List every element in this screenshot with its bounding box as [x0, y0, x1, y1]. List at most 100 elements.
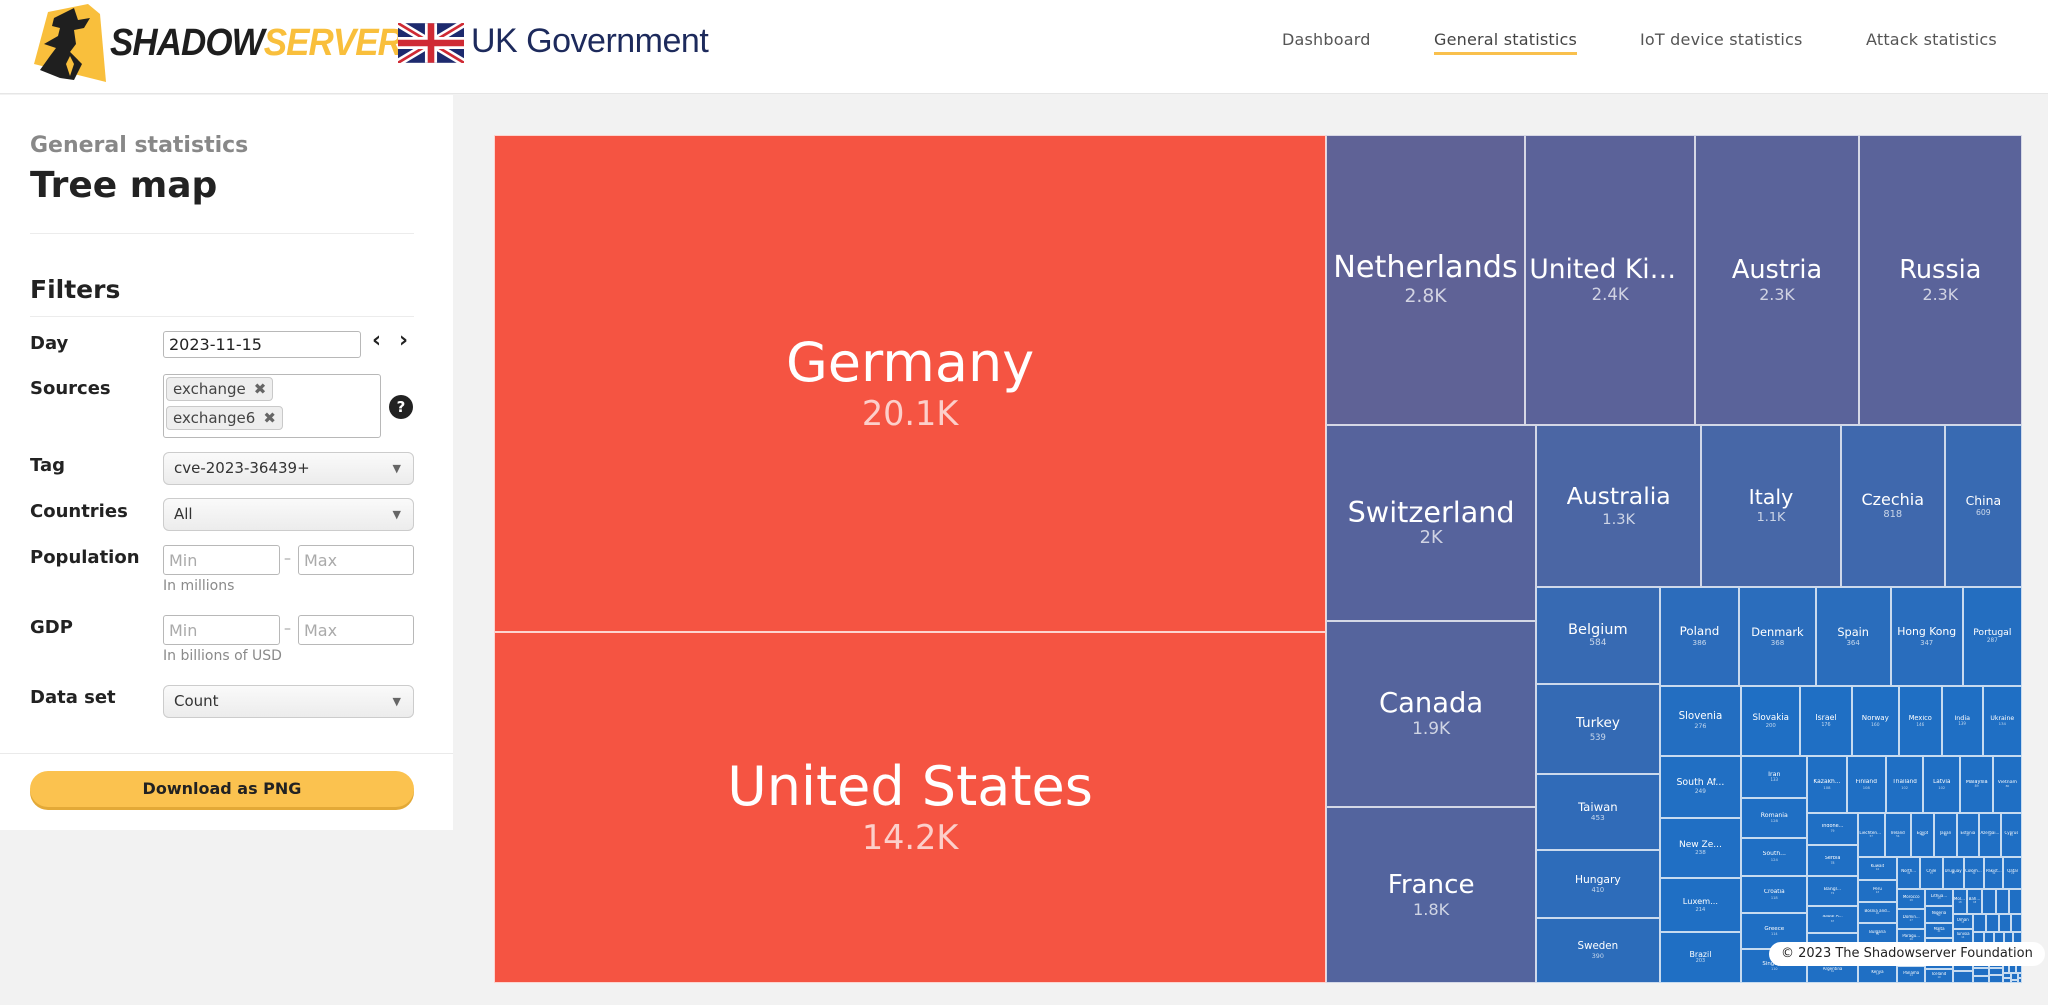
treemap-cell[interactable]: Ghana10: [2011, 914, 2022, 932]
day-input[interactable]: [163, 331, 361, 358]
treemap-cell[interactable]: Albania11: [1999, 914, 2011, 932]
treemap-cell[interactable]: Japan48: [1934, 813, 1957, 857]
treemap-cell[interactable]: Zambia1: [2018, 978, 2022, 983]
treemap-cell[interactable]: United King...2.4K: [1525, 135, 1695, 425]
treemap-cell[interactable]: Georgia16: [2009, 889, 2022, 914]
treemap-cell[interactable]: Armenia16: [1996, 889, 2009, 914]
treemap-cell[interactable]: South...124: [1741, 838, 1807, 877]
treemap-cell[interactable]: Ukraine134: [1983, 686, 2022, 756]
treemap-cell[interactable]: El Salvador6: [1973, 968, 1990, 975]
treemap-cell[interactable]: Iran133: [1741, 756, 1807, 797]
treemap-cell[interactable]: Australia1.3K: [1536, 425, 1701, 587]
treemap-cell[interactable]: Spain364: [1816, 587, 1891, 686]
treemap-cell[interactable]: Moldova18: [1953, 889, 1968, 914]
treemap-cell[interactable]: Denmark368: [1739, 587, 1815, 686]
treemap-cell[interactable]: Turkey539: [1536, 684, 1659, 774]
treemap-cell[interactable]: Vietnam80: [1993, 756, 2022, 812]
treemap-cell[interactable]: Malaysia89: [1960, 756, 1992, 812]
treemap-cell[interactable]: Kazakh...108: [1807, 756, 1846, 812]
gdp-min-input[interactable]: [163, 615, 280, 645]
treemap-cell[interactable]: Estonia47: [1957, 813, 1979, 857]
treemap-cell[interactable]: Belgium584: [1536, 587, 1659, 684]
treemap-cell[interactable]: Qatar29: [2003, 857, 2022, 889]
brand-wordmark[interactable]: SHADOWSERVER: [110, 22, 402, 65]
treemap-cell[interactable]: Bangl...72: [1807, 876, 1858, 905]
treemap-cell[interactable]: New Ze...238: [1660, 818, 1742, 878]
nav-iot-device-statistics[interactable]: IoT device statistics: [1640, 30, 1803, 49]
treemap-cell[interactable]: Norway160: [1852, 686, 1899, 756]
gdp-max-input[interactable]: [298, 615, 414, 645]
treemap-cell[interactable]: Romania128: [1741, 798, 1807, 838]
treemap-cell[interactable]: Saudi A...67: [1807, 906, 1858, 933]
treemap-cell[interactable]: Bahrain18: [1967, 889, 1982, 914]
population-min-input[interactable]: [163, 545, 280, 575]
treemap-cell[interactable]: Italy1.1K: [1701, 425, 1841, 587]
shadowserver-logo-icon[interactable]: [30, 4, 106, 82]
treemap-cell[interactable]: India139: [1942, 686, 1983, 756]
help-icon[interactable]: ?: [389, 395, 413, 419]
treemap-cell[interactable]: Hungary410: [1536, 850, 1659, 918]
treemap-cell[interactable]: Morocco28: [1897, 889, 1925, 909]
treemap-cell[interactable]: Finland108: [1847, 756, 1886, 812]
treemap-cell[interactable]: Israel176: [1800, 686, 1852, 756]
treemap-cell[interactable]: Switzerland2K: [1326, 425, 1536, 621]
treemap-cell[interactable]: Portugal287: [1963, 587, 2022, 686]
treemap-cell[interactable]: Russia2.3K: [1859, 135, 2022, 425]
treemap-cell[interactable]: Austria2.3K: [1695, 135, 1858, 425]
treemap-cell[interactable]: Bosnia and...40: [1858, 902, 1897, 923]
treemap-cell[interactable]: Azerbai...47: [1979, 813, 2001, 857]
treemap-cell[interactable]: Luxor5: [1989, 968, 2002, 976]
treemap-cell[interactable]: Chile35: [1920, 857, 1942, 889]
remove-chip-icon[interactable]: ✖: [254, 380, 267, 398]
treemap-cell[interactable]: Algeria12: [1953, 971, 1973, 983]
treemap-cell[interactable]: Honduras6: [1973, 976, 1990, 983]
treemap-cell[interactable]: Czechia818: [1841, 425, 1945, 587]
treemap-cell[interactable]: Brazil203: [1660, 932, 1742, 983]
treemap-cell[interactable]: China609: [1945, 425, 2022, 587]
treemap-cell[interactable]: Egypt50: [1911, 813, 1934, 857]
nav-general-statistics[interactable]: General statistics: [1434, 30, 1577, 55]
treemap-cell[interactable]: Macao17: [1982, 889, 1996, 914]
treemap-cell[interactable]: Luxem...214: [1660, 878, 1742, 932]
countries-select[interactable]: All▼: [163, 498, 414, 531]
treemap-cell[interactable]: Canada1.9K: [1326, 621, 1536, 807]
treemap-cell[interactable]: Slovenia276: [1660, 686, 1742, 755]
treemap-cell[interactable]: Sweden390: [1536, 918, 1659, 983]
download-png-button[interactable]: Download as PNG: [30, 771, 414, 807]
treemap-cell[interactable]: Domin...27: [1897, 909, 1925, 929]
treemap-cell[interactable]: Peru43: [1858, 880, 1897, 903]
treemap-cell[interactable]: Thailand102: [1886, 756, 1923, 812]
remove-chip-icon[interactable]: ✖: [263, 409, 276, 427]
treemap-cell[interactable]: Serbia78: [1807, 845, 1858, 877]
treemap-cell[interactable]: Slovakia200: [1741, 686, 1800, 756]
treemap-cell[interactable]: Iceland19: [1925, 969, 1952, 983]
treemap-cell[interactable]: Bulgaria39: [1858, 923, 1897, 943]
nav-attack-statistics[interactable]: Attack statistics: [1866, 30, 1997, 49]
treemap-cell[interactable]: Costa Rica12: [1973, 914, 1986, 932]
treemap-cell[interactable]: Oman15: [1953, 914, 1973, 929]
chevron-left-icon[interactable]: ‹: [372, 328, 381, 353]
treemap-cell[interactable]: Liechtenstein57: [1858, 813, 1885, 857]
treemap-cell[interactable]: Hong Kong347: [1891, 587, 1963, 686]
treemap-cell[interactable]: Lithua...23: [1925, 889, 1952, 906]
treemap-cell[interactable]: Netherlands2.8K: [1326, 135, 1525, 425]
treemap-cell[interactable]: Panama24: [1897, 966, 1925, 983]
treemap-cell[interactable]: Latvia102: [1923, 756, 1960, 812]
treemap-cell[interactable]: Pakist...30: [1984, 857, 2003, 889]
treemap-cell[interactable]: Laos2: [2003, 978, 2012, 983]
treemap-cell[interactable]: Uruguay33: [1943, 857, 1964, 889]
nav-dashboard[interactable]: Dashboard: [1282, 30, 1371, 49]
treemap-cell[interactable]: Croatia118: [1741, 876, 1807, 913]
treemap-cell[interactable]: Kuwait44: [1858, 857, 1897, 880]
treemap-cell[interactable]: Nigeria22: [1925, 906, 1952, 923]
treemap-cell[interactable]: North...36: [1897, 857, 1920, 889]
treemap-cell[interactable]: Poland386: [1660, 587, 1740, 686]
treemap-cell[interactable]: Germany20.1K: [494, 135, 1326, 632]
treemap-cell[interactable]: France1.8K: [1326, 807, 1536, 983]
treemap-cell[interactable]: Colombia32: [1964, 857, 1984, 889]
chevron-right-icon[interactable]: ›: [399, 328, 408, 353]
treemap-cell[interactable]: Cyprus45: [2001, 813, 2022, 857]
tag-select[interactable]: cve-2023-36439+▼: [163, 452, 414, 485]
treemap-cell[interactable]: Indone...79: [1807, 813, 1858, 845]
treemap-cell[interactable]: Taiwan453: [1536, 774, 1659, 850]
